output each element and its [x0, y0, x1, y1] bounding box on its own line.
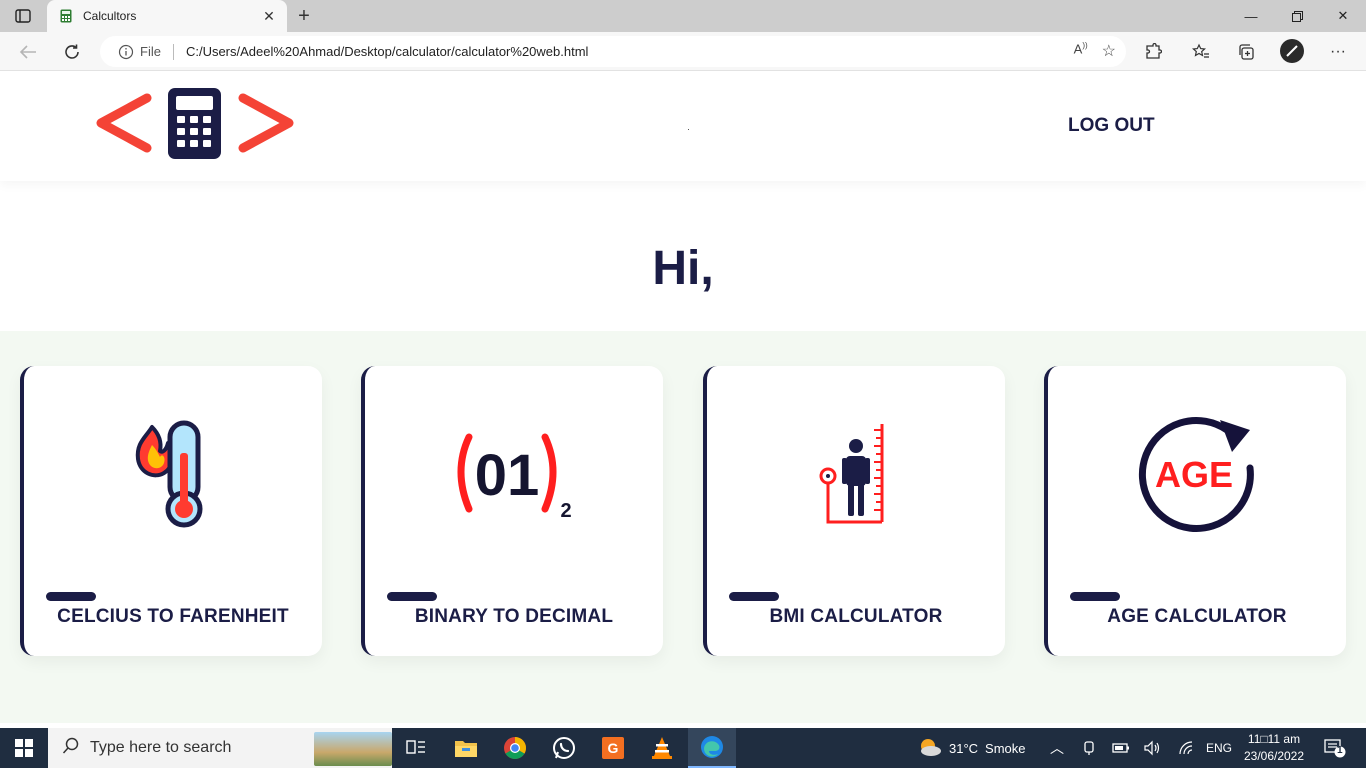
- settings-more-icon[interactable]: ···: [1327, 41, 1349, 63]
- weather-widget[interactable]: 31°C Smoke: [918, 728, 1026, 768]
- search-icon: [62, 737, 80, 760]
- url-text[interactable]: C:/Users/Adeel%20Ahmad/Desktop/calculato…: [186, 44, 588, 59]
- browser-toolbar: File C:/Users/Adeel%20Ahmad/Desktop/calc…: [0, 32, 1366, 71]
- card-label: BINARY TO DECIMAL: [414, 606, 614, 627]
- binary-icon-subscript: 2: [560, 500, 571, 522]
- task-view-icon[interactable]: [392, 728, 440, 768]
- binary-icon: 01 2: [365, 408, 663, 538]
- read-aloud-icon[interactable]: A)): [1074, 41, 1088, 61]
- weather-sun-cloud-icon: [918, 737, 942, 760]
- browser-tab-bar: Calcultors ✕ + — ✕: [0, 0, 1366, 32]
- windows-taskbar: Type here to search G 31°C Smoke ︿ ENG 1…: [0, 728, 1366, 768]
- card-bmi-calculator[interactable]: BMI CALCULATOR: [703, 366, 1005, 656]
- search-highlight-image-icon: [314, 732, 392, 766]
- collections-icon[interactable]: [1235, 41, 1257, 63]
- clock-time: 11□11 am: [1247, 732, 1301, 746]
- close-tab-icon[interactable]: ✕: [261, 8, 277, 24]
- url-separator: [172, 43, 174, 60]
- thermometer-fire-icon: [24, 408, 322, 538]
- weather-desc: Smoke: [985, 740, 1026, 756]
- tab-title: Calcultors: [83, 9, 137, 23]
- logout-link[interactable]: LOG OUT: [1068, 115, 1155, 137]
- volume-icon[interactable]: [1143, 728, 1161, 768]
- language-indicator[interactable]: ENG: [1206, 728, 1232, 768]
- search-placeholder: Type here to search: [90, 739, 232, 756]
- binary-icon-text: 01: [475, 443, 540, 508]
- notification-count: 1: [1337, 745, 1343, 756]
- edge-icon[interactable]: [688, 728, 736, 768]
- whatsapp-icon[interactable]: [540, 728, 588, 768]
- age-cycle-icon: AGE: [1048, 408, 1346, 538]
- browser-tab[interactable]: Calcultors ✕: [47, 0, 287, 32]
- vlc-icon[interactable]: [638, 728, 686, 768]
- foxit-pdf-icon[interactable]: G: [589, 728, 637, 768]
- wifi-icon[interactable]: [1178, 728, 1194, 768]
- address-bar[interactable]: File C:/Users/Adeel%20Ahmad/Desktop/calc…: [100, 36, 1126, 67]
- close-window-icon[interactable]: ✕: [1320, 0, 1366, 32]
- calculator-favicon-icon: [59, 9, 73, 23]
- site-header: LOG OUT: [0, 71, 1366, 181]
- taskbar-search-box[interactable]: Type here to search: [48, 728, 392, 768]
- extensions-icon[interactable]: [1142, 41, 1164, 63]
- favorites-icon[interactable]: [1190, 41, 1212, 63]
- card-binary-to-decimal[interactable]: 01 2 BINARY TO DECIMAL: [361, 366, 663, 656]
- calculator-logo-icon[interactable]: [95, 88, 295, 160]
- meet-now-icon[interactable]: [1082, 728, 1096, 768]
- card-label: AGE CALCULATOR: [1107, 606, 1287, 627]
- minimize-icon[interactable]: —: [1228, 0, 1274, 32]
- show-hidden-icons-icon[interactable]: ︿: [1050, 728, 1064, 768]
- tab-actions-icon[interactable]: [12, 6, 34, 26]
- file-explorer-icon[interactable]: [442, 728, 490, 768]
- svg-text:G: G: [608, 740, 619, 756]
- url-scheme-label: File: [140, 44, 161, 59]
- nav-dot: [688, 129, 689, 130]
- system-clock[interactable]: 11□11 am 23/06/2022: [1234, 731, 1314, 765]
- profile-avatar-icon[interactable]: [1280, 39, 1304, 63]
- card-celcius-to-farenheit[interactable]: CELCIUS TO FARENHEIT: [20, 366, 322, 656]
- back-icon[interactable]: [14, 38, 42, 66]
- battery-icon[interactable]: [1112, 728, 1130, 768]
- card-accent-bar: [1070, 592, 1120, 601]
- windows-start-icon[interactable]: [0, 728, 48, 768]
- weather-temp: 31°C: [949, 740, 979, 756]
- notifications-icon[interactable]: 1: [1324, 728, 1346, 768]
- refresh-icon[interactable]: [58, 38, 86, 66]
- restore-icon[interactable]: [1274, 0, 1320, 32]
- add-favorite-icon[interactable]: ☆: [1102, 41, 1116, 61]
- bmi-person-icon: [707, 408, 1005, 538]
- greeting-heading: Hi,: [652, 242, 714, 295]
- card-accent-bar: [387, 592, 437, 601]
- web-page: LOG OUT Hi, CELCIUS TO FARENHEIT 01 2 BI…: [0, 71, 1366, 728]
- calculator-cards-section: CELCIUS TO FARENHEIT 01 2 BINARY TO DECI…: [0, 331, 1366, 723]
- card-age-calculator[interactable]: AGE AGE CALCULATOR: [1044, 366, 1346, 656]
- clock-date: 23/06/2022: [1243, 749, 1305, 763]
- site-info-icon[interactable]: [118, 44, 134, 60]
- card-label: CELCIUS TO FARENHEIT: [57, 606, 289, 627]
- chrome-icon[interactable]: [491, 728, 539, 768]
- card-label: BMI CALCULATOR: [769, 606, 943, 627]
- card-accent-bar: [729, 592, 779, 601]
- card-accent-bar: [46, 592, 96, 601]
- age-icon-text: AGE: [1155, 454, 1233, 495]
- new-tab-icon[interactable]: +: [292, 4, 316, 28]
